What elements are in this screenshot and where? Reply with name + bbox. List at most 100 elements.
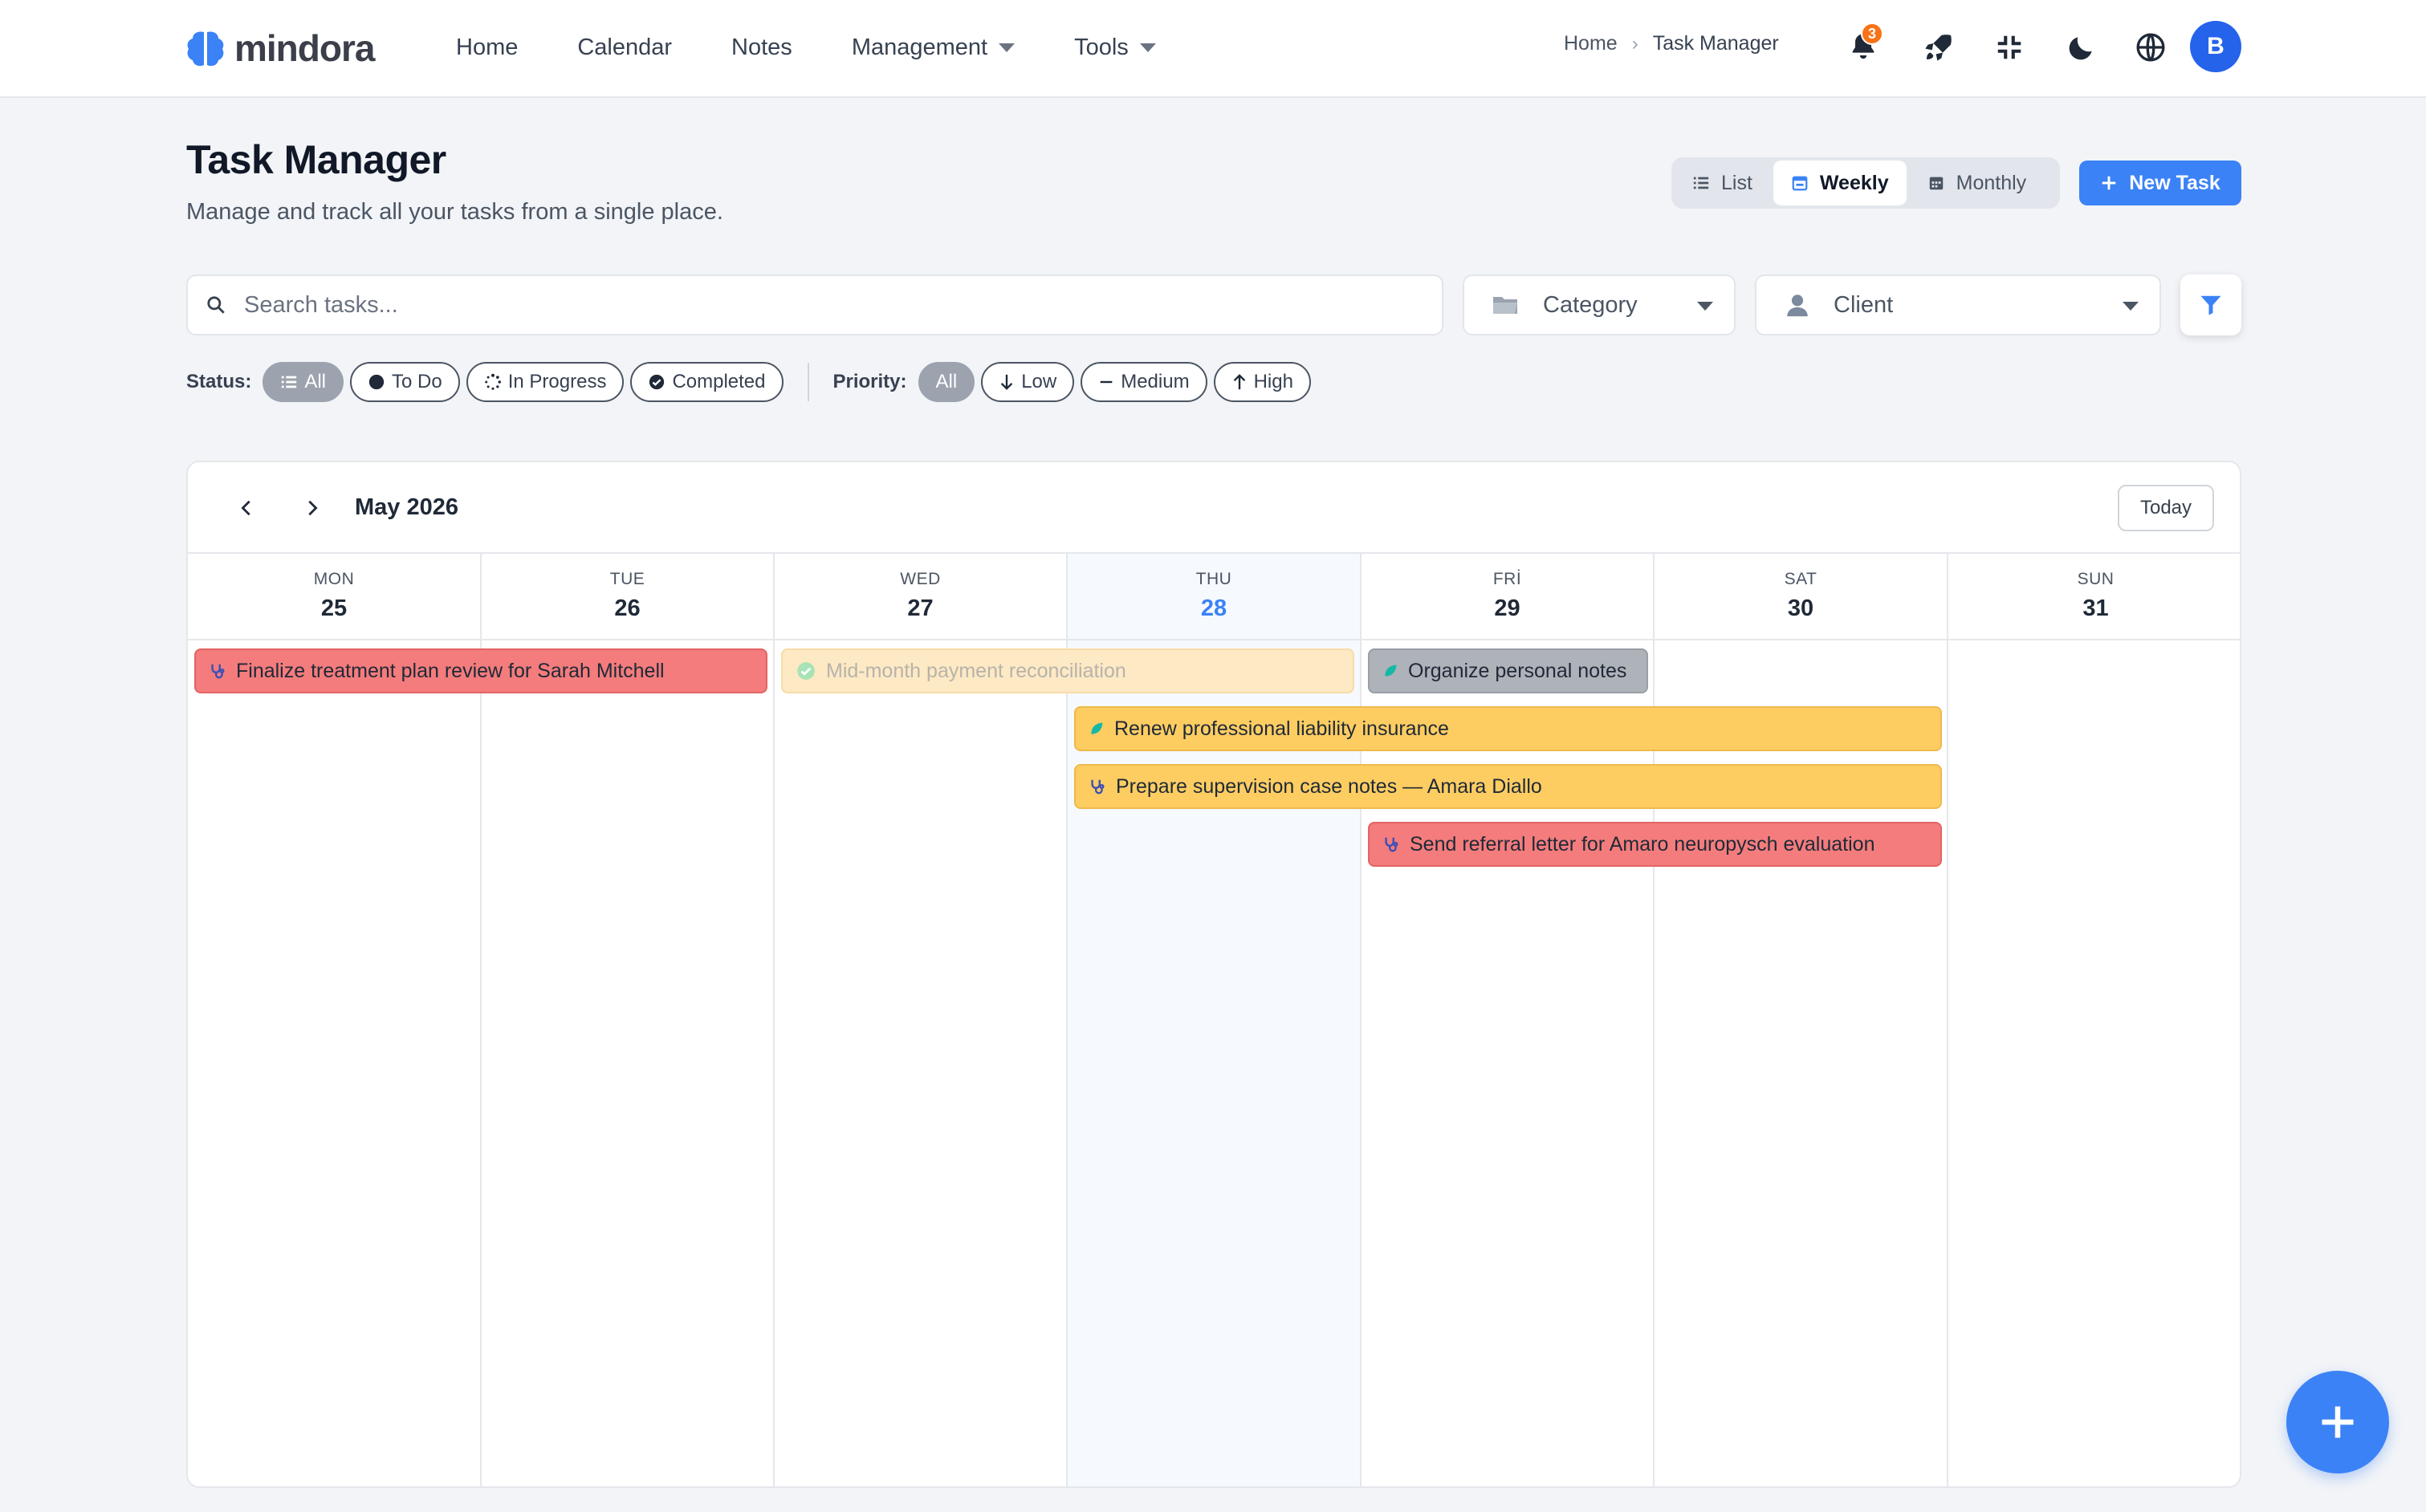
brand-name: mindora <box>234 27 375 69</box>
nav-calendar[interactable]: Calendar <box>577 35 672 61</box>
today-button[interactable]: Today <box>2118 485 2214 531</box>
theme-toggle-button[interactable] <box>2057 22 2106 72</box>
nav-management[interactable]: Management <box>851 34 1016 61</box>
filter-icon <box>2200 295 2221 315</box>
notifications-button[interactable]: 3 <box>1838 22 1888 72</box>
fullscreen-toggle-button[interactable] <box>1984 22 2034 72</box>
day-of-week: TUE <box>609 570 645 588</box>
search-box <box>186 274 1443 335</box>
day-header: MON 25 <box>188 554 480 640</box>
calendar-month-label: May 2026 <box>355 494 458 520</box>
status-chip-in-progress-label: In Progress <box>507 371 607 392</box>
chevron-down-icon <box>999 43 1016 52</box>
day-header: SAT 30 <box>1655 554 1947 640</box>
day-number: 31 <box>2082 595 2109 621</box>
check-circle-icon <box>649 374 665 390</box>
category-select-label: Category <box>1543 291 1638 318</box>
new-task-button[interactable]: New Task <box>2079 161 2241 205</box>
task-event[interactable]: Mid-month payment reconciliation <box>781 648 1354 693</box>
chip-divider <box>807 363 809 401</box>
moon-icon <box>2069 37 2092 60</box>
day-column-tue[interactable]: TUE 26 <box>482 554 775 1486</box>
page-title: Task Manager <box>186 137 446 182</box>
arrow-up-icon <box>1233 374 1245 390</box>
day-number: 28 <box>1200 595 1227 621</box>
day-column-wed[interactable]: WED 27 <box>775 554 1068 1486</box>
task-event[interactable]: Organize personal notes <box>1368 648 1648 693</box>
language-button[interactable] <box>2126 22 2176 72</box>
day-header: TUE 26 <box>482 554 773 640</box>
priority-label: Priority: <box>832 371 907 392</box>
day-of-week: FRİ <box>1492 570 1522 588</box>
next-week-button[interactable] <box>294 490 331 526</box>
chevron-down-icon <box>2123 302 2139 311</box>
task-event[interactable]: Finalize treatment plan review for Sarah… <box>194 648 767 693</box>
view-switcher: List Weekly Monthly <box>1671 157 2060 209</box>
advanced-filter-button[interactable] <box>2180 274 2241 335</box>
task-event-title: Organize personal notes <box>1408 659 1627 682</box>
day-number: 26 <box>614 595 641 621</box>
status-chip-in-progress[interactable]: In Progress <box>466 362 625 402</box>
category-select[interactable]: Category <box>1463 274 1736 335</box>
day-column-sun[interactable]: SUN 31 <box>1948 554 2240 1486</box>
user-avatar[interactable]: B <box>2190 21 2241 72</box>
nav-tools[interactable]: Tools <box>1074 35 1156 61</box>
stethoscope-icon <box>211 664 225 679</box>
view-list-button[interactable]: List <box>1675 161 1770 205</box>
view-monthly-label: Monthly <box>1956 171 2027 194</box>
day-column-fri[interactable]: FRİ 29 <box>1362 554 1655 1486</box>
priority-chip-all[interactable]: All <box>918 362 975 402</box>
leaf-icon <box>1385 665 1397 677</box>
filter-chips: Status: All To Do In Progress Completed … <box>186 361 1311 403</box>
view-list-label: List <box>1721 171 1752 194</box>
task-event[interactable]: Send referral letter for Amaro neuropysc… <box>1368 822 1942 867</box>
search-input[interactable] <box>244 291 1368 319</box>
priority-chip-medium[interactable]: Medium <box>1081 362 1207 402</box>
check-circle-icon <box>797 662 815 680</box>
list-icon <box>282 376 297 388</box>
chevron-right-icon: › <box>1631 32 1638 55</box>
day-column-mon[interactable]: MON 25 <box>188 554 482 1486</box>
day-column-sat[interactable]: SAT 30 <box>1655 554 1948 1486</box>
page-subtitle: Manage and track all your tasks from a s… <box>186 199 723 225</box>
priority-chip-all-label: All <box>935 371 958 392</box>
day-column-thu[interactable]: THU 28 <box>1068 554 1362 1486</box>
task-event[interactable]: Renew professional liability insurance <box>1074 706 1942 751</box>
day-header: WED 27 <box>775 554 1066 640</box>
day-number: 27 <box>907 595 934 621</box>
weekly-calendar: May 2026 Today MON 25 TUE 26 WED 27 THU … <box>186 461 2241 1488</box>
day-of-week: SAT <box>1784 570 1817 588</box>
nav-notes[interactable]: Notes <box>731 35 792 61</box>
priority-chip-high[interactable]: High <box>1213 362 1311 402</box>
top-navbar: mindora Home Calendar Notes Management T… <box>0 0 2426 98</box>
brand-logo[interactable]: mindora <box>185 24 375 72</box>
day-of-week: WED <box>900 570 941 588</box>
task-event-title: Send referral letter for Amaro neuropysc… <box>1410 832 1875 856</box>
day-header: THU 28 <box>1068 554 1360 640</box>
priority-chip-low-label: Low <box>1021 371 1057 392</box>
breadcrumb-home[interactable]: Home <box>1564 32 1618 55</box>
status-chip-all[interactable]: All <box>263 362 344 402</box>
status-chip-completed[interactable]: Completed <box>630 362 784 402</box>
priority-chip-medium-label: Medium <box>1121 371 1190 392</box>
status-chip-todo[interactable]: To Do <box>350 362 460 402</box>
arrow-down-icon <box>1000 374 1013 390</box>
task-event-title: Renew professional liability insurance <box>1114 717 1449 740</box>
breadcrumb: Home › Task Manager <box>1564 32 1779 55</box>
add-task-fab[interactable] <box>2286 1371 2389 1473</box>
leaf-icon <box>1091 722 1103 734</box>
list-icon <box>1693 177 1709 189</box>
nav-management-label: Management <box>851 34 988 60</box>
notification-badge: 3 <box>1861 22 1883 45</box>
previous-week-button[interactable] <box>228 490 265 526</box>
calendar-month-icon <box>1929 177 1943 190</box>
quick-launch-button[interactable] <box>1914 22 1964 72</box>
priority-chip-low[interactable]: Low <box>981 362 1075 402</box>
chevron-down-icon <box>1139 43 1156 52</box>
nav-home[interactable]: Home <box>456 35 518 61</box>
view-weekly-button[interactable]: Weekly <box>1773 161 1907 205</box>
client-select[interactable]: Client <box>1755 274 2161 335</box>
chevron-left-icon <box>241 500 250 516</box>
task-event[interactable]: Prepare supervision case notes — Amara D… <box>1074 764 1942 809</box>
view-monthly-button[interactable]: Monthly <box>1910 161 2045 205</box>
